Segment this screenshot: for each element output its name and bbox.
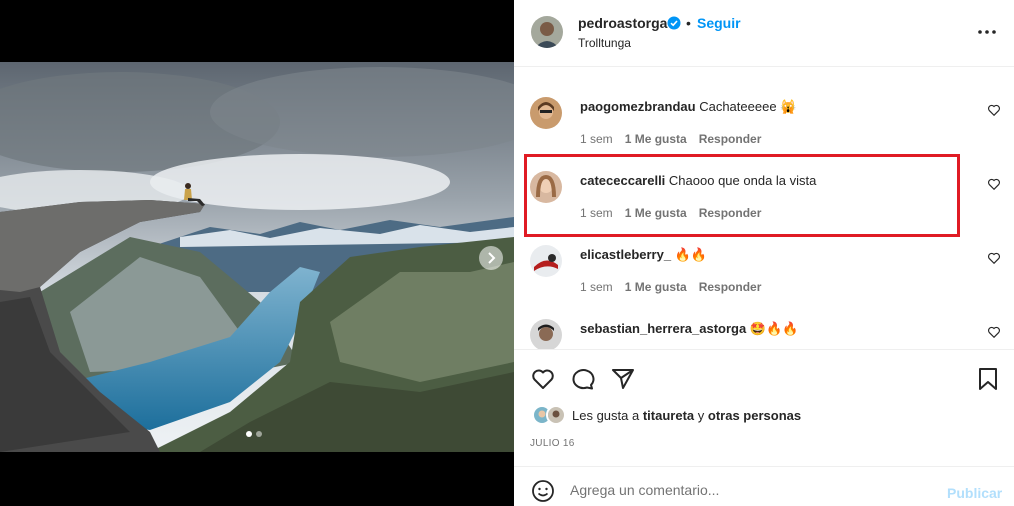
verified-badge-icon bbox=[667, 16, 681, 30]
comment-likes[interactable]: 1 Me gusta bbox=[625, 132, 687, 146]
author-username[interactable]: pedroastorga bbox=[578, 15, 667, 31]
comment-composer: Publicar bbox=[514, 466, 1014, 506]
comment-item: paogomezbrandau Cachateeeee 🙀 1 sem 1 Me… bbox=[514, 97, 1014, 171]
comment-time[interactable]: 1 sem bbox=[580, 280, 613, 294]
bookmark-icon[interactable] bbox=[975, 366, 1001, 392]
comment-item-highlighted: catececcarelli Chaooo que onda la vista … bbox=[514, 154, 1014, 245]
comment-item: elicastleberry_ 🔥🔥 1 sem 1 Me gusta Resp… bbox=[514, 245, 1014, 319]
comment-text: sebastian_herrera_astorga 🤩🔥🔥 bbox=[580, 321, 798, 337]
heart-icon[interactable] bbox=[987, 177, 1001, 191]
publish-button[interactable]: Publicar bbox=[947, 485, 1002, 501]
reply-button[interactable]: Responder bbox=[699, 206, 762, 220]
liker-avatar[interactable] bbox=[546, 405, 566, 425]
comment-time[interactable]: 1 sem bbox=[580, 206, 613, 220]
comment-username[interactable]: elicastleberry_ bbox=[580, 247, 671, 262]
likes-others[interactable]: otras personas bbox=[708, 408, 801, 423]
post-media bbox=[0, 0, 514, 506]
comment-body: 🔥🔥 bbox=[674, 247, 708, 262]
emoji-icon[interactable] bbox=[531, 479, 555, 503]
comment-body: 🤩🔥🔥 bbox=[749, 321, 799, 336]
heart-icon[interactable] bbox=[530, 366, 556, 392]
share-icon[interactable] bbox=[610, 366, 636, 392]
heart-icon[interactable] bbox=[987, 251, 1001, 265]
heart-icon[interactable] bbox=[987, 103, 1001, 117]
comment-icon[interactable] bbox=[570, 366, 596, 392]
post-sidebar: pedroastorga • Seguir Trolltunga — — bbox=[514, 0, 1014, 506]
post-photo[interactable] bbox=[0, 62, 514, 452]
comment-time[interactable]: 1 sem bbox=[580, 132, 613, 146]
comment-likes[interactable]: 1 Me gusta bbox=[625, 280, 687, 294]
likes-joiner: y bbox=[697, 407, 705, 423]
header-separator: • bbox=[686, 15, 691, 31]
comment-avatar[interactable] bbox=[530, 171, 562, 203]
post-actions: Les gusta a titaureta y otras personas J… bbox=[514, 349, 1014, 466]
likes-summary: Les gusta a titaureta y otras personas bbox=[532, 405, 801, 425]
comment-body: Cachateeeee 🙀 bbox=[699, 99, 797, 114]
comments-list[interactable]: — — paogomezbrandau Cachateeeee 🙀 1 sem … bbox=[514, 68, 1014, 349]
next-photo-button[interactable] bbox=[479, 246, 503, 270]
author-avatar[interactable] bbox=[531, 16, 563, 48]
comment-username[interactable]: paogomezbrandau bbox=[580, 99, 696, 114]
comment-avatar[interactable] bbox=[530, 319, 562, 349]
likes-text[interactable]: Les gusta a titaureta y otras personas bbox=[572, 408, 801, 423]
post-location[interactable]: Trolltunga bbox=[578, 36, 631, 50]
carousel-dot-1 bbox=[246, 431, 252, 437]
comment-meta: 1 sem 1 Me gusta Responder bbox=[580, 280, 761, 294]
comment-avatar[interactable] bbox=[530, 245, 562, 277]
comment-avatar[interactable] bbox=[530, 97, 562, 129]
carousel-indicator bbox=[246, 431, 262, 437]
chevron-right-icon bbox=[488, 252, 496, 264]
reply-button[interactable]: Responder bbox=[699, 132, 762, 146]
comment-item: sebastian_herrera_astorga 🤩🔥🔥 bbox=[514, 319, 1014, 349]
carousel-dot-2 bbox=[256, 431, 262, 437]
comment-text: elicastleberry_ 🔥🔥 bbox=[580, 247, 707, 263]
comment-username[interactable]: catececcarelli bbox=[580, 173, 665, 188]
heart-icon[interactable] bbox=[987, 325, 1001, 339]
likes-prefix: Les gusta a bbox=[572, 407, 640, 423]
comment-input[interactable] bbox=[570, 477, 930, 503]
comment-text: paogomezbrandau Cachateeeee 🙀 bbox=[580, 99, 796, 115]
reply-button[interactable]: Responder bbox=[699, 280, 762, 294]
likes-username[interactable]: titaureta bbox=[643, 408, 694, 423]
comment-body: Chaooo que onda la vista bbox=[668, 173, 817, 188]
more-options-icon[interactable] bbox=[976, 22, 998, 42]
scrolled-text-fragment: — — bbox=[634, 68, 664, 73]
comment-username[interactable]: sebastian_herrera_astorga bbox=[580, 321, 746, 336]
comment-meta: 1 sem 1 Me gusta Responder bbox=[580, 132, 761, 146]
comment-text: catececcarelli Chaooo que onda la vista bbox=[580, 173, 816, 188]
post-header: pedroastorga • Seguir Trolltunga bbox=[514, 0, 1014, 67]
post-date[interactable]: JULIO 16 bbox=[530, 438, 575, 449]
comment-meta: 1 sem 1 Me gusta Responder bbox=[580, 206, 761, 220]
follow-button[interactable]: Seguir bbox=[697, 15, 741, 31]
comment-likes[interactable]: 1 Me gusta bbox=[625, 206, 687, 220]
